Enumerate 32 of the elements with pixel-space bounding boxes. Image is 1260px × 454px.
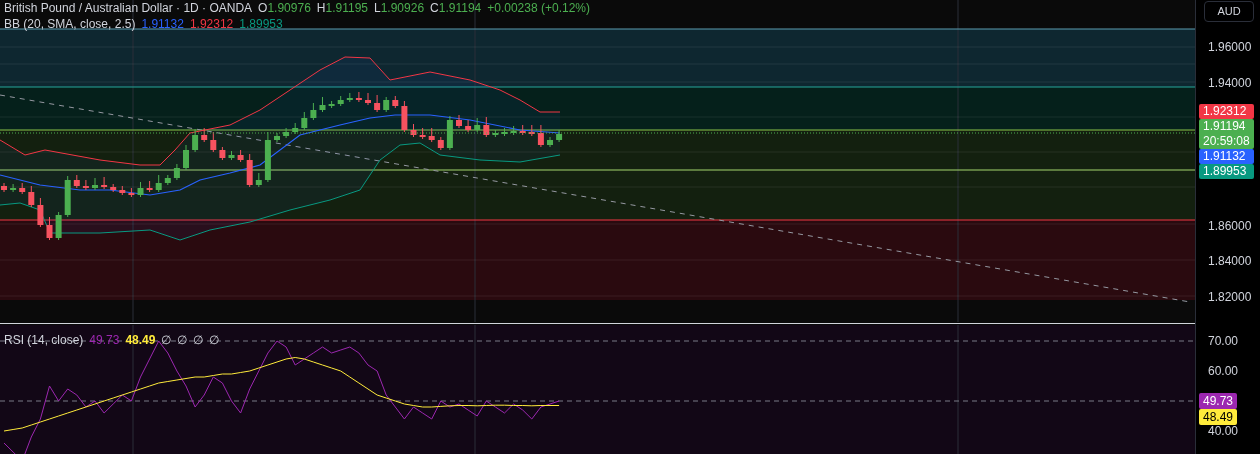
indicator-value: 1.89953 [239,16,283,32]
indicator-value: 1.92312 [189,16,234,32]
rsi-tick: 40.00 [1208,424,1239,438]
price-tick: 1.82000 [1208,289,1252,304]
indicator-name: RSI (14, close) [4,332,84,348]
price-tick: 1.84000 [1208,254,1252,269]
close-price: C1.91194 [430,0,482,16]
price-label: 1.92312 [1199,104,1254,119]
low-price: L1.90926 [374,0,425,16]
symbol-title: British Pound / Australian Dollar · 1D · OANDA [4,0,253,16]
price-tick: 1.86000 [1208,218,1252,233]
indicator-value: 1.91132 [141,16,184,32]
price-label: 1.91194 20:59:08 [1199,119,1254,149]
empty-value: ∅ [177,332,188,348]
price-label: 1.91132 [1199,149,1254,164]
rsi-label: 48.49 [1199,409,1238,425]
empty-value: ∅ [161,332,172,348]
currency-button[interactable]: AUD [1204,1,1254,22]
open-price: O1.90976 [258,0,311,16]
rsi-tick: 70.00 [1208,334,1239,348]
price-change: +0.00238 (+0.12%) [487,0,590,16]
indicator-value: 48.49 [125,332,156,348]
indicator-value: 49.73 [89,332,120,348]
rsi-tick: 60.00 [1208,364,1239,378]
empty-value: ∅ [193,332,204,348]
empty-value: ∅ [209,332,220,348]
high-price: H1.91195 [316,0,368,16]
price-label: 1.89953 [1199,164,1254,179]
rsi-label: 49.73 [1199,393,1238,409]
indicator-name: BB (20, SMA, close, 2.5) [4,16,136,32]
price-tick: 1.96000 [1208,40,1252,54]
price-tick: 1.94000 [1208,75,1252,90]
